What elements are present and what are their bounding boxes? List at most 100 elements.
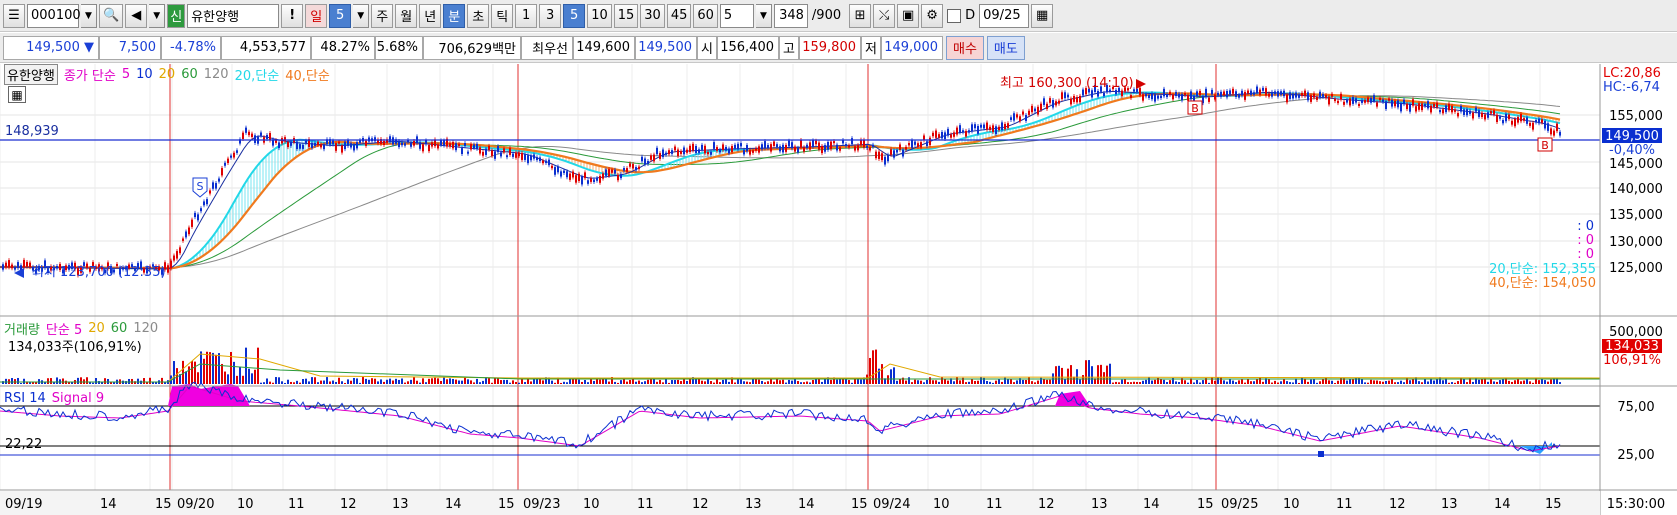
x-axis-label: 14 — [445, 497, 462, 512]
x-axis-label: 09/19 — [5, 497, 42, 512]
x-axis-label: 09/24 — [873, 497, 910, 512]
period-day-button[interactable]: 일 — [305, 3, 328, 28]
table-icon[interactable]: ▦ — [8, 86, 26, 103]
lc-label: LC:20,86 — [1603, 66, 1661, 81]
save-icon[interactable]: ▣ — [897, 3, 920, 28]
legend-ma60: 60 — [181, 67, 198, 82]
search-icon[interactable]: 🔍 — [99, 3, 124, 28]
turnover-pct: 5.68% — [375, 35, 423, 60]
period-minute-button[interactable]: 분 — [443, 3, 466, 28]
x-axis-label: 11 — [637, 497, 654, 512]
period-week-button[interactable]: 주 — [371, 3, 394, 28]
period-second-button[interactable]: 초 — [467, 3, 490, 28]
legend-ma20: 20 — [158, 67, 176, 82]
legend-ma20-simple: 20,단순 — [234, 69, 280, 84]
high-label: 고 — [779, 35, 799, 60]
x-axis-label: 13 — [392, 497, 409, 512]
legend-ma120: 120 — [203, 67, 229, 82]
best-bid: 149,500 — [635, 35, 697, 60]
sell-signal-text: S — [197, 180, 204, 193]
price-axis-label: 125,000 — [1609, 261, 1663, 276]
x-axis-label: 15 — [1197, 497, 1214, 512]
page-count-input[interactable]: 348 — [773, 3, 808, 28]
interval-45-button[interactable]: 45 — [666, 3, 692, 28]
price-axis-label: 140,000 — [1609, 182, 1663, 197]
gear-icon[interactable]: ⚙ — [921, 3, 944, 28]
rsi-legend: RSI 14 Signal 9 — [4, 391, 104, 406]
price-axis-label: 145,000 — [1609, 157, 1663, 172]
period-year-button[interactable]: 년 — [419, 3, 442, 28]
speaker-icon[interactable]: ◀ — [125, 3, 148, 28]
x-axis-label: 12 — [1038, 497, 1055, 512]
count-input[interactable]: 5 — [719, 3, 754, 28]
x-axis-label: 12 — [340, 497, 357, 512]
legend-vol-ma20: 20 — [88, 321, 105, 336]
stock-code-input[interactable]: 000100 — [27, 3, 81, 28]
ma40-value: 40,단순: 154,050 — [1489, 276, 1596, 291]
interval-5-button[interactable]: 5 — [563, 3, 586, 28]
volume-value-text: 134,033주(106,91%) — [8, 340, 142, 355]
draw-tool-icon[interactable]: ⤯ — [873, 3, 896, 28]
interval-60-button[interactable]: 60 — [693, 3, 718, 28]
ma20-value: 20,단순: 152,355 — [1489, 262, 1596, 277]
x-axis-label: 09/23 — [523, 497, 560, 512]
price-axis-label: 155,000 — [1609, 109, 1663, 124]
calendar-icon[interactable]: ▦ — [1031, 3, 1054, 28]
buy-signal-text: B — [1541, 139, 1549, 152]
period-tick-button[interactable]: 틱 — [491, 3, 514, 28]
period-num-dropdown[interactable]: ▼ — [353, 3, 370, 28]
speaker-dropdown[interactable]: ▼ — [149, 3, 166, 28]
interval-10-button[interactable]: 10 — [587, 3, 612, 28]
buy-button[interactable]: 매수 — [946, 35, 984, 60]
chart-canvas[interactable]: 155,000 145,000 140,000 135,000 130,000 … — [0, 64, 1677, 515]
menu-icon[interactable]: ☰ — [3, 3, 25, 28]
price-change-pct: -4.78% — [161, 35, 221, 60]
x-axis-label: 15 — [155, 497, 172, 512]
x-axis-label: 12 — [1389, 497, 1406, 512]
stock-name-field[interactable]: 유한양행 — [187, 3, 280, 28]
chart-area[interactable]: 155,000 145,000 140,000 135,000 130,000 … — [0, 64, 1677, 515]
x-axis-label: 11 — [1336, 497, 1353, 512]
legend-ma40-simple: 40,단순 — [285, 69, 330, 84]
max-price-label: 최고 160,300 (14:10) — [1000, 76, 1134, 91]
low-label: 저 — [861, 35, 881, 60]
x-axis-label: 13 — [1441, 497, 1458, 512]
indicator-icon[interactable]: ⊞ — [849, 3, 872, 28]
price-panel-name[interactable]: 유한양행 — [4, 64, 58, 85]
new-badge: 신 — [167, 3, 186, 28]
open-label: 시 — [697, 35, 717, 60]
open-price: 156,400 — [717, 35, 779, 60]
stock-code-dropdown[interactable]: ▼ — [81, 3, 97, 28]
volume-current-text: 134,033 — [1605, 339, 1659, 354]
legend-vol-ma120: 120 — [133, 321, 159, 336]
x-axis-label: 13 — [1091, 497, 1108, 512]
hline-value: 148,939 — [5, 124, 59, 139]
volume-value-legend: 134,033주(106,91%) — [8, 336, 142, 355]
legend-ma5: 5 — [121, 67, 131, 82]
x-axis-label: 10 — [237, 497, 254, 512]
period-num-field[interactable]: 5 — [329, 3, 352, 28]
count-dropdown[interactable]: ▼ — [755, 3, 772, 28]
rsi-value-left: 22,22 — [5, 437, 42, 452]
interval-1-button[interactable]: 1 — [515, 3, 538, 28]
low-price: 149,000 — [881, 35, 943, 60]
min-price-label: 최저 123,700 (12:35) — [32, 265, 166, 280]
rsi-panel-name[interactable]: RSI 14 — [4, 391, 46, 406]
x-axis-label: 14 — [798, 497, 815, 512]
x-axis-label: 15 — [1545, 497, 1562, 512]
zero-label: : 0 — [1577, 219, 1594, 234]
interval-15-button[interactable]: 15 — [613, 3, 639, 28]
period-month-button[interactable]: 월 — [395, 3, 418, 28]
interval-30-button[interactable]: 30 — [640, 3, 665, 28]
date-checkbox[interactable] — [947, 8, 962, 23]
sell-button[interactable]: 매도 — [986, 35, 1025, 60]
legend-ma10: 10 — [136, 67, 153, 82]
alert-button[interactable]: ! — [281, 3, 304, 28]
date-input[interactable]: 09/25 — [979, 3, 1030, 28]
price-legend: 유한양행 종가 단순 5 10 20 60 120 20,단순 40,단순 — [4, 64, 330, 85]
x-axis-label: 12 — [692, 497, 709, 512]
interval-3-button[interactable]: 3 — [539, 3, 562, 28]
best-quote-label: 최우선 — [521, 35, 573, 60]
price-change: 7,500 — [99, 35, 161, 60]
x-axis-label: 09/25 — [1221, 497, 1258, 512]
